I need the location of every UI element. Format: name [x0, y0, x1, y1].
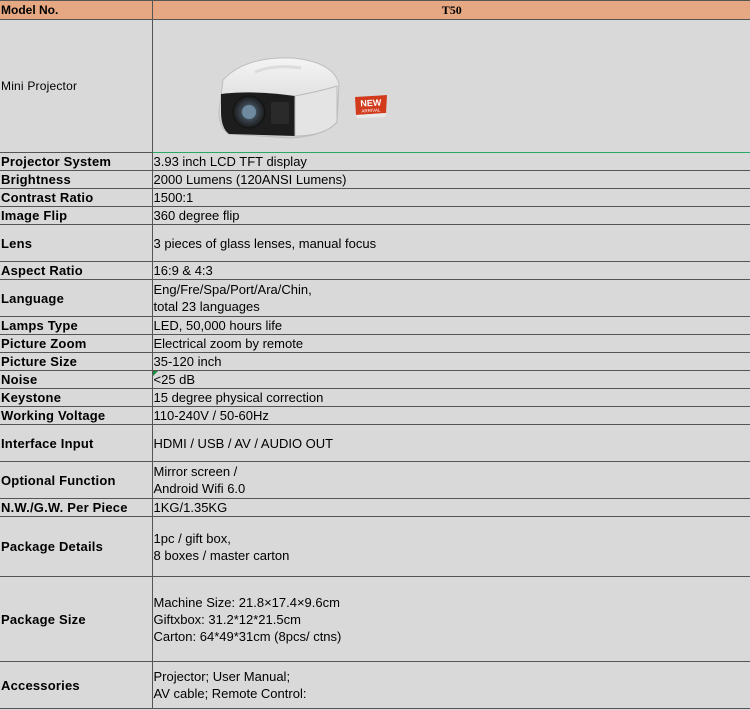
spec-row: Noise <25 dB: [0, 370, 750, 389]
model-number: T50: [151, 0, 750, 20]
spec-value: 2000 Lumens (120ANSI Lumens): [151, 170, 750, 189]
spec-value: Projector; User Manual; AV cable; Remote…: [151, 661, 750, 709]
model-no-label: Model No.: [0, 0, 153, 20]
spec-row: Brightness 2000 Lumens (120ANSI Lumens): [0, 170, 750, 189]
spec-value: 1KG/1.35KG: [151, 498, 750, 517]
spec-row: Projector System 3.93 inch LCD TFT displa…: [0, 152, 750, 171]
spec-value: Eng/Fre/Spa/Port/Ara/Chin, total 23 lang…: [151, 279, 750, 317]
spec-row: Working Voltage 110-240V / 50-60Hz: [0, 406, 750, 425]
spec-value: Electrical zoom by remote: [151, 334, 750, 353]
spec-row: Accessories Projector; User Manual; AV ca…: [0, 661, 750, 709]
spec-row: Aspect Ratio 16:9 & 4:3: [0, 261, 750, 280]
spec-value: 110-240V / 50-60Hz: [151, 406, 750, 425]
spec-value: 360 degree flip: [151, 206, 750, 225]
spec-label: Contrast Ratio: [0, 188, 153, 207]
spec-row: Contrast Ratio 1500:1: [0, 188, 750, 207]
product-type-label: Mini Projector: [0, 19, 153, 153]
spec-label: Noise: [0, 370, 153, 389]
spec-label: Package Size: [0, 576, 153, 662]
image-row: Mini Projector NEW ARRIVAL: [0, 19, 750, 153]
cell-comment-marker: [153, 371, 158, 376]
badge-arrival-text: ARRIVAL: [361, 107, 381, 113]
spec-label: Interface Input: [0, 424, 153, 462]
spec-label: Language: [0, 279, 153, 317]
spec-label: Image Flip: [0, 206, 153, 225]
spec-value: 1pc / gift box, 8 boxes / master carton: [151, 516, 750, 577]
spec-row: Language Eng/Fre/Spa/Port/Ara/Chin, total…: [0, 279, 750, 317]
spec-label: Picture Size: [0, 352, 153, 371]
spec-value: 3 pieces of glass lenses, manual focus: [151, 224, 750, 262]
spec-row: Interface Input HDMI / USB / AV / AUDIO O…: [0, 424, 750, 462]
spec-row: Lens 3 pieces of glass lenses, manual foc…: [0, 224, 750, 262]
spec-row: Picture Size 35-120 inch: [0, 352, 750, 371]
spec-value: Machine Size: 21.8×17.4×9.6cm Giftxbox: …: [151, 576, 750, 662]
spec-row: Optional Function Mirror screen / Android…: [0, 461, 750, 499]
spec-label: Lamps Type: [0, 316, 153, 335]
spec-value: HDMI / USB / AV / AUDIO OUT: [151, 424, 750, 462]
spec-value: 16:9 & 4:3: [151, 261, 750, 280]
spec-label: Accessories: [0, 661, 153, 709]
spec-value: <25 dB: [151, 370, 750, 389]
spec-label: Picture Zoom: [0, 334, 153, 353]
spec-label: Lens: [0, 224, 153, 262]
product-image-cell: NEW ARRIVAL: [151, 19, 750, 153]
spec-value: 1500:1: [151, 188, 750, 207]
header-row: Model No. T50: [0, 0, 750, 20]
spec-label: Working Voltage: [0, 406, 153, 425]
new-arrival-badge: NEW ARRIVAL: [353, 94, 389, 118]
spec-row: Package Details 1pc / gift box, 8 boxes /…: [0, 516, 750, 577]
spec-row: Lamps Type LED, 50,000 hours life: [0, 316, 750, 335]
spec-row: N.W./G.W. Per Piece 1KG/1.35KG: [0, 498, 750, 517]
spec-label: Brightness: [0, 170, 153, 189]
spec-label: Aspect Ratio: [0, 261, 153, 280]
spec-value: LED, 50,000 hours life: [151, 316, 750, 335]
spec-value: 3.93 inch LCD TFT display: [151, 152, 750, 171]
projector-image: [217, 57, 340, 139]
spec-label: Optional Function: [0, 461, 153, 499]
spec-label: Keystone: [0, 388, 153, 407]
spec-rows: Projector System 3.93 inch LCD TFT displa…: [0, 152, 750, 709]
spec-row: Picture Zoom Electrical zoom by remote: [0, 334, 750, 353]
spec-row: Image Flip 360 degree flip: [0, 206, 750, 225]
spec-row: Package Size Machine Size: 21.8×17.4×9.6c…: [0, 576, 750, 662]
spec-value: 15 degree physical correction: [151, 388, 750, 407]
spec-row: Keystone 15 degree physical correction: [0, 388, 750, 407]
spec-table: Model No. T50 Mini Projector NEW ARRIVAL…: [0, 0, 750, 709]
spec-label: Package Details: [0, 516, 153, 577]
spec-value: Mirror screen / Android Wifi 6.0: [151, 461, 750, 499]
spec-label: Projector System: [0, 152, 153, 171]
spec-value: 35-120 inch: [151, 352, 750, 371]
spec-label: N.W./G.W. Per Piece: [0, 498, 153, 517]
